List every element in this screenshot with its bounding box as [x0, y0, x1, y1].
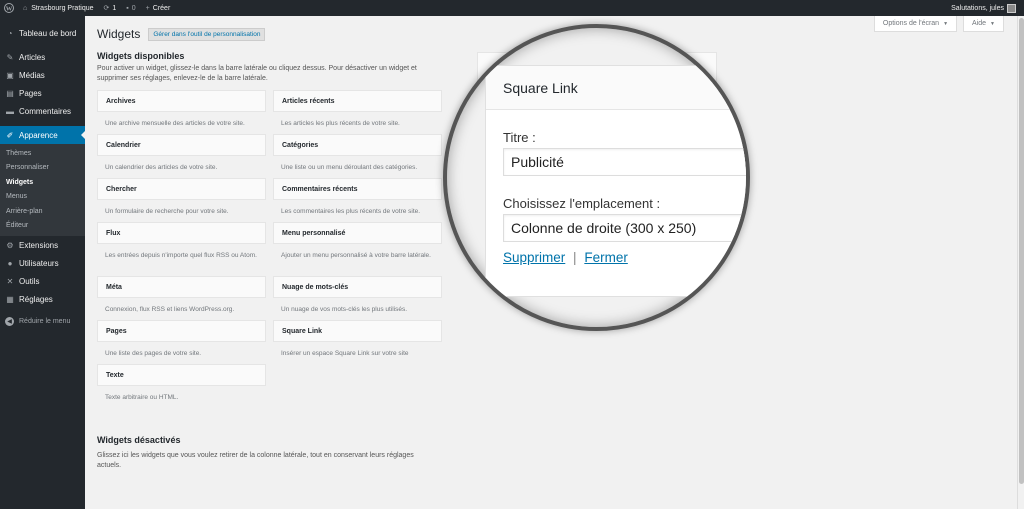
widget-form-title[interactable]: Square Link — [486, 66, 746, 110]
available-widgets-title: Widgets disponibles — [97, 51, 185, 61]
submenu-item-editor[interactable]: Éditeur — [0, 219, 85, 233]
screen-options-button[interactable]: Options de l'écran ▼ — [873, 16, 958, 32]
plugins-icon: ⚙ — [6, 240, 14, 250]
new-label: Créer — [152, 4, 171, 12]
scrollbar[interactable] — [1017, 16, 1024, 509]
dashboard-icon: ◔ — [7, 28, 13, 38]
widget-meta[interactable]: Méta Connexion, flux RSS et liens WordPr… — [97, 276, 266, 314]
wordpress-logo-icon[interactable]: W — [0, 0, 18, 16]
users-icon: ● — [7, 258, 13, 268]
collapse-menu-button[interactable]: ◀ Réduire le menu — [0, 312, 85, 330]
link-separator: | — [573, 250, 577, 265]
submenu-item-customize[interactable]: Personnaliser — [0, 161, 85, 175]
widget-square-link[interactable]: Square Link Insérer un espace Square Lin… — [273, 320, 442, 358]
comments-link[interactable]: ▪ 0 — [121, 0, 140, 16]
appearance-submenu: Thèmes Personnaliser Widgets Menus Arriè… — [0, 144, 85, 237]
widget-form-actions: Supprimer | Fermer — [503, 250, 628, 265]
inactive-widgets-title: Widgets désactivés — [97, 435, 181, 445]
manage-in-customizer-button[interactable]: Gérer dans l'outil de personnalisation — [148, 27, 266, 41]
help-button[interactable]: Aide ▼ — [963, 16, 1004, 32]
sidebar-item-dashboard[interactable]: ◔ Tableau de bord — [0, 24, 85, 42]
sidebar-item-medias[interactable]: ▣ Médias — [0, 66, 85, 84]
page-title: Widgets — [97, 27, 141, 41]
widget-rss[interactable]: Flux Les entrées depuis n'importe quel f… — [97, 222, 266, 260]
brush-icon: ✐ — [6, 130, 14, 140]
widget-archives[interactable]: Archives Une archive mensuelle des artic… — [97, 90, 266, 128]
plus-icon: + — [145, 4, 150, 12]
pages-icon: ▤ — [6, 88, 14, 98]
comment-bubble-icon: ▪ — [126, 4, 129, 12]
updates-link[interactable]: ⟳ 1 — [99, 0, 122, 16]
svg-text:W: W — [6, 5, 13, 12]
tools-icon: ✕ — [6, 276, 14, 286]
submenu-item-themes[interactable]: Thèmes — [0, 147, 85, 161]
media-icon: ▣ — [6, 70, 14, 80]
avatar — [1007, 3, 1016, 13]
caret-down-icon: ▼ — [990, 20, 995, 27]
sidebar-item-comments[interactable]: ▬ Commentaires — [0, 102, 85, 120]
submenu-item-widgets[interactable]: Widgets — [0, 176, 85, 190]
widget-categories[interactable]: Catégories Une liste ou un menu déroulan… — [273, 134, 442, 172]
settings-icon: ▦ — [6, 294, 14, 304]
magnifier-lens: Square Link Titre : Publicité Choisissez… — [443, 24, 750, 331]
sidebar-item-appearance[interactable]: ✐ Apparence — [0, 126, 85, 144]
updates-count: 1 — [112, 4, 117, 12]
title-field-label: Titre : — [503, 130, 536, 145]
updates-icon: ⟳ — [103, 5, 110, 12]
widget-recent-posts[interactable]: Articles récents Les articles les plus r… — [273, 90, 442, 128]
widget-recent-comments[interactable]: Commentaires récents Les commentaires le… — [273, 178, 442, 216]
widget-custom-menu[interactable]: Menu personnalisé Ajouter un menu person… — [273, 222, 442, 260]
widget-tag-cloud[interactable]: Nuage de mots-clés Un nuage de vos mots-… — [273, 276, 442, 314]
main-content: Widgets Gérer dans l'outil de personnali… — [97, 16, 457, 420]
caret-down-icon: ▼ — [943, 20, 949, 27]
available-widgets-list: Archives Une archive mensuelle des artic… — [97, 90, 442, 420]
scrollbar-thumb[interactable] — [1019, 18, 1024, 484]
admin-bar: W ⌂ Strasbourg Pratique ⟳ 1 ▪ 0 + Créer … — [0, 0, 1024, 16]
sidebar-item-settings[interactable]: ▦ Réglages — [0, 290, 85, 308]
screen-meta-links: Options de l'écran ▼ Aide ▼ — [873, 16, 1004, 32]
home-icon: ⌂ — [23, 4, 28, 12]
available-widgets-description: Pour activer un widget, glissez-le dans … — [97, 65, 417, 82]
site-name-link[interactable]: ⌂ Strasbourg Pratique — [18, 0, 99, 16]
square-link-widget-form: Square Link Titre : Publicité Choisissez… — [485, 65, 746, 297]
submenu-item-menus[interactable]: Menus — [0, 190, 85, 204]
sidebar-item-users[interactable]: ● Utilisateurs — [0, 254, 85, 272]
widget-search[interactable]: Chercher Un formulaire de recherche pour… — [97, 178, 266, 216]
sidebar-item-pages[interactable]: ▤ Pages — [0, 84, 85, 102]
location-field-label: Choisissez l'emplacement : — [503, 196, 661, 211]
delete-link[interactable]: Supprimer — [503, 250, 565, 265]
widget-pages[interactable]: Pages Une liste des pages de votre site. — [97, 320, 266, 358]
comments-icon: ▬ — [6, 106, 14, 116]
close-link[interactable]: Fermer — [584, 250, 628, 265]
inactive-widgets-description: Glissez ici les widgets que vous voulez … — [97, 452, 414, 469]
new-content-link[interactable]: + Créer — [141, 0, 176, 16]
sidebar-item-plugins[interactable]: ⚙ Extensions — [0, 236, 85, 254]
admin-sidebar: ◔ Tableau de bord ✎ Articles ▣ Médias ▤ … — [0, 16, 85, 509]
pin-icon: ✎ — [6, 52, 14, 62]
widget-calendar[interactable]: Calendrier Un calendrier des articles de… — [97, 134, 266, 172]
submenu-item-background[interactable]: Arrière-plan — [0, 205, 85, 219]
location-select[interactable]: Colonne de droite (300 x 250) — [503, 214, 746, 242]
sidebar-item-tools[interactable]: ✕ Outils — [0, 272, 85, 290]
widget-text[interactable]: Texte Texte arbitraire ou HTML. — [97, 364, 266, 402]
comments-count: 0 — [131, 4, 136, 12]
greeting: Salutations, jules — [951, 4, 1004, 12]
my-account-link[interactable]: Salutations, jules — [946, 0, 1024, 16]
site-name: Strasbourg Pratique — [31, 4, 94, 12]
collapse-arrow-icon: ◀ — [5, 316, 14, 326]
sidebar-item-articles[interactable]: ✎ Articles — [0, 48, 85, 66]
title-input[interactable]: Publicité — [503, 148, 746, 176]
